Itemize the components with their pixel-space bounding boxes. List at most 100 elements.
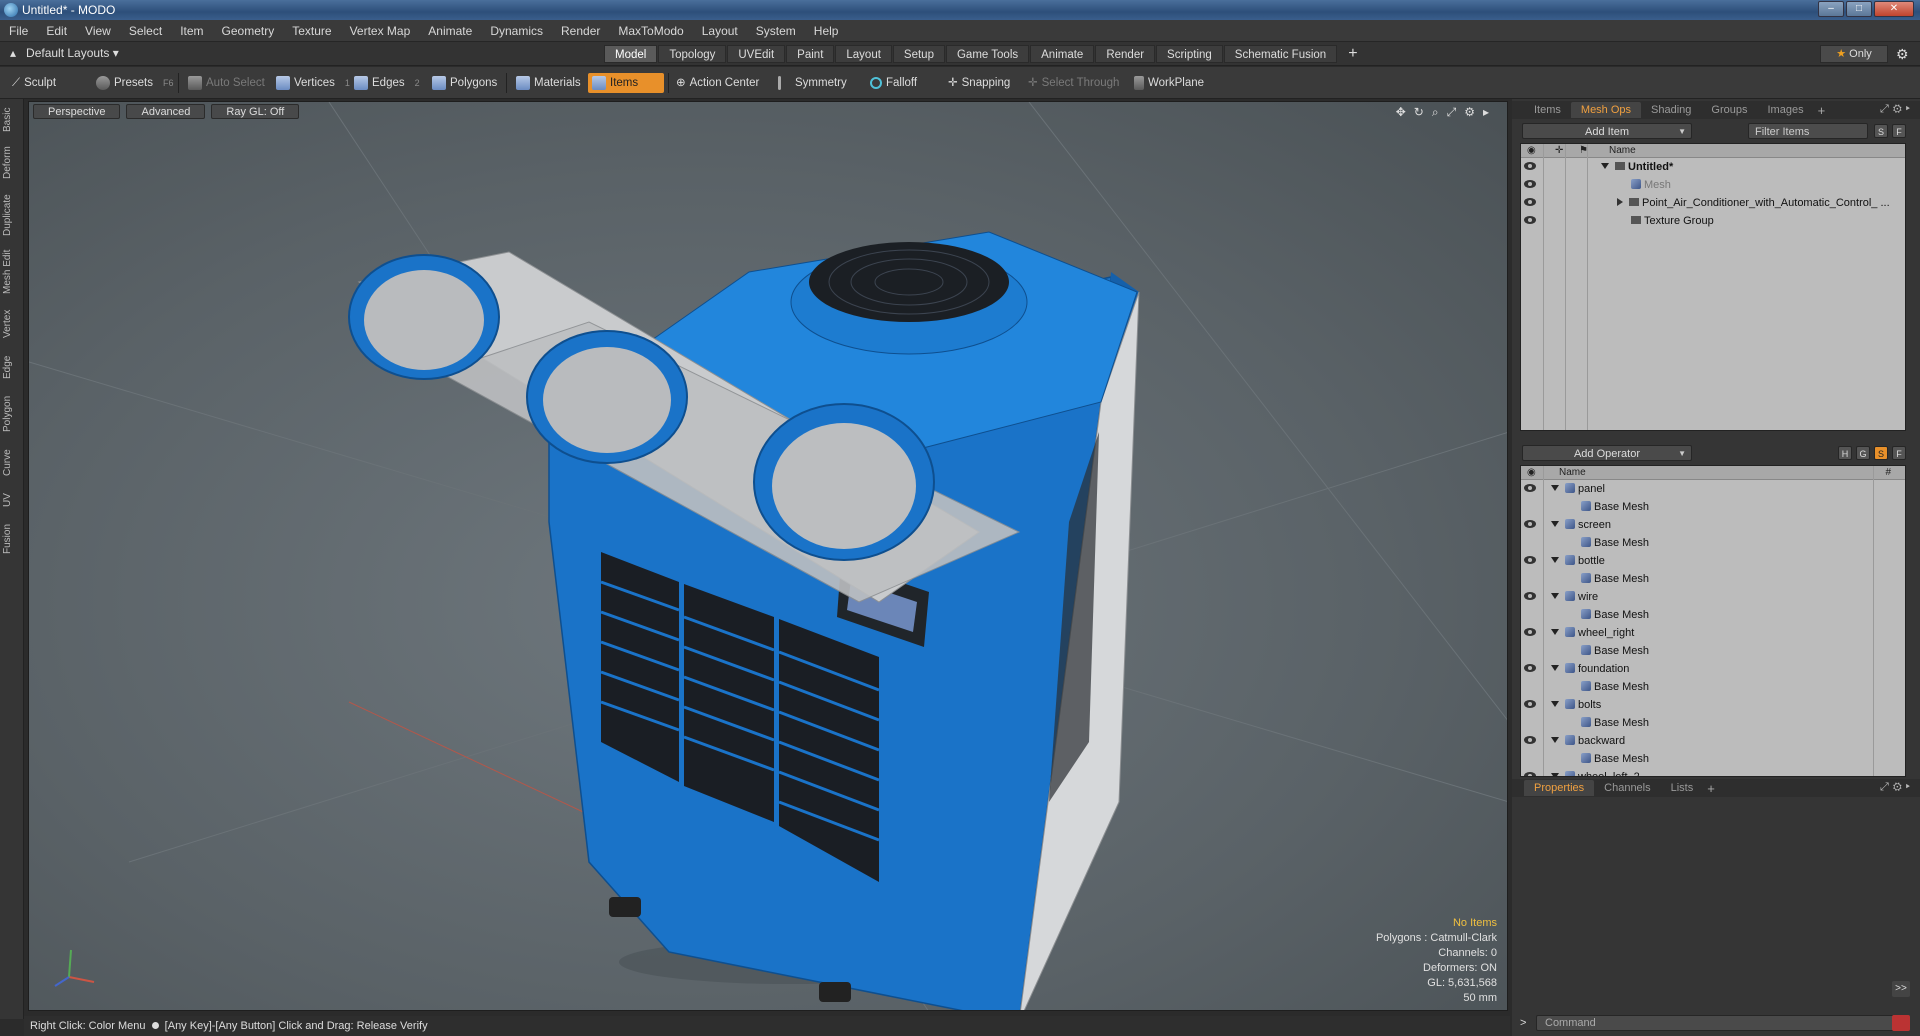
expand-arrow-icon[interactable] — [1551, 521, 1559, 527]
menu-geometry[interactable]: Geometry — [213, 24, 284, 38]
visibility-eye-icon[interactable] — [1524, 180, 1536, 188]
items-button[interactable]: Items — [588, 73, 664, 93]
mesh-op-group-row[interactable]: bolts — [1521, 696, 1905, 714]
tab-uvedit[interactable]: UVEdit — [727, 45, 786, 63]
panel-options-icon[interactable]: ⤢⚙▸ — [1880, 103, 1914, 116]
pan-icon[interactable]: ✥ — [1396, 105, 1406, 120]
menu-animate[interactable]: Animate — [419, 24, 481, 38]
materials-button[interactable]: Materials — [512, 73, 585, 93]
tab-images[interactable]: Images — [1758, 102, 1814, 118]
menu-item[interactable]: Item — [171, 24, 212, 38]
mesh-op-child-row[interactable]: Base Mesh — [1521, 570, 1905, 588]
visibility-eye-icon[interactable] — [1524, 216, 1536, 224]
tab-shading[interactable]: Shading — [1641, 102, 1701, 118]
shading-mode-dropdown[interactable]: Advanced — [126, 104, 206, 119]
left-tab-curve[interactable]: Curve — [2, 445, 22, 481]
tab-mesh-ops[interactable]: Mesh Ops — [1570, 102, 1642, 118]
f-filter-button[interactable]: F — [1892, 124, 1906, 138]
tree-row-texture-group[interactable]: Texture Group — [1521, 212, 1905, 230]
presets-button[interactable]: Presets F6 — [92, 73, 178, 93]
vertices-button[interactable]: Vertices 1 — [272, 73, 354, 93]
tab-layout[interactable]: Layout — [835, 45, 892, 63]
viewport-arrow-icon[interactable]: ▸ — [1483, 105, 1489, 120]
visibility-eye-icon[interactable] — [1524, 736, 1536, 744]
add-tab-button[interactable]: + — [1348, 45, 1357, 63]
tab-render[interactable]: Render — [1095, 45, 1156, 63]
mesh-op-child-row[interactable]: Base Mesh — [1521, 714, 1905, 732]
close-button[interactable]: ✕ — [1874, 1, 1914, 17]
left-tab-mesh-edit[interactable]: Mesh Edit — [2, 247, 22, 297]
h-button[interactable]: H — [1838, 446, 1852, 460]
left-tab-basic[interactable]: Basic — [2, 105, 22, 135]
tab-scripting[interactable]: Scripting — [1156, 45, 1223, 63]
visibility-eye-icon[interactable] — [1524, 664, 1536, 672]
menu-view[interactable]: View — [76, 24, 120, 38]
tree-row-scene[interactable]: Untitled* — [1521, 158, 1905, 176]
mesh-op-child-row[interactable]: Base Mesh — [1521, 678, 1905, 696]
sculpt-button[interactable]: ⟋ Sculpt — [8, 73, 60, 93]
perspective-dropdown[interactable]: Perspective — [33, 104, 121, 119]
visibility-eye-icon[interactable] — [1524, 162, 1536, 170]
add-properties-tab-button[interactable]: + — [1707, 781, 1715, 796]
mesh-op-group-row[interactable]: wheel_left_2 — [1521, 768, 1905, 776]
menu-texture[interactable]: Texture — [283, 24, 340, 38]
expand-arrow-icon[interactable] — [1551, 773, 1559, 776]
left-tab-vertex[interactable]: Vertex — [2, 305, 22, 343]
layout-selector[interactable]: ▴ Default Layouts ▾ — [10, 46, 119, 60]
tab-schematic-fusion[interactable]: Schematic Fusion — [1223, 45, 1338, 63]
tab-model[interactable]: Model — [604, 45, 658, 63]
mesh-op-group-row[interactable]: foundation — [1521, 660, 1905, 678]
mesh-op-child-row[interactable]: Base Mesh — [1521, 750, 1905, 768]
f-button[interactable]: F — [1892, 446, 1906, 460]
menu-file[interactable]: File — [0, 24, 37, 38]
mesh-op-child-row[interactable]: Base Mesh — [1521, 498, 1905, 516]
tab-paint[interactable]: Paint — [786, 45, 835, 63]
visibility-eye-icon[interactable] — [1524, 628, 1536, 636]
snapping-button[interactable]: ✛ Snapping — [944, 73, 1014, 93]
visibility-eye-icon[interactable] — [1524, 700, 1536, 708]
maximize-button[interactable]: □ — [1846, 1, 1872, 17]
falloff-button[interactable]: Falloff — [866, 73, 921, 93]
viewport-gear-icon[interactable]: ⚙ — [1464, 105, 1475, 120]
mesh-op-group-row[interactable]: bottle — [1521, 552, 1905, 570]
filter-items-input[interactable]: Filter Items — [1748, 123, 1868, 139]
tab-items[interactable]: Items — [1524, 102, 1571, 118]
expand-arrow-icon[interactable] — [1551, 665, 1559, 671]
visibility-eye-icon[interactable] — [1524, 592, 1536, 600]
mesh-op-child-row[interactable]: Base Mesh — [1521, 534, 1905, 552]
raygl-toggle[interactable]: Ray GL: Off — [211, 104, 300, 119]
add-panel-tab-button[interactable]: + — [1818, 103, 1826, 118]
command-input[interactable]: Command — [1536, 1015, 1906, 1031]
expand-arrow-icon[interactable] — [1551, 737, 1559, 743]
workplane-button[interactable]: WorkPlane — [1130, 73, 1208, 93]
visibility-eye-icon[interactable] — [1524, 484, 1536, 492]
mesh-op-group-row[interactable]: wheel_right — [1521, 624, 1905, 642]
add-operator-dropdown[interactable]: Add Operator ▼ — [1522, 445, 1692, 461]
3d-viewport[interactable]: Perspective Advanced Ray GL: Off ✥ ↻ ⌕ ⤢… — [28, 101, 1508, 1011]
menu-maxtomodo[interactable]: MaxToModo — [609, 24, 692, 38]
visibility-eye-icon[interactable] — [1524, 772, 1536, 776]
left-tab-deform[interactable]: Deform — [2, 143, 22, 183]
mesh-op-child-row[interactable]: Base Mesh — [1521, 606, 1905, 624]
left-tab-polygon[interactable]: Polygon — [2, 391, 22, 437]
menu-layout[interactable]: Layout — [693, 24, 747, 38]
left-tab-edge[interactable]: Edge — [2, 351, 22, 383]
auto-select-button[interactable]: Auto Select — [184, 73, 269, 93]
menu-dynamics[interactable]: Dynamics — [481, 24, 552, 38]
command-stop-icon[interactable] — [1892, 1015, 1910, 1031]
menu-system[interactable]: System — [747, 24, 805, 38]
menu-select[interactable]: Select — [120, 24, 171, 38]
edges-button[interactable]: Edges 2 — [350, 73, 424, 93]
menu-vertex-map[interactable]: Vertex Map — [341, 24, 420, 38]
expand-properties-button[interactable]: >> — [1892, 981, 1910, 997]
menu-edit[interactable]: Edit — [37, 24, 76, 38]
polygons-button[interactable]: Polygons — [428, 73, 501, 93]
mesh-op-group-row[interactable]: screen — [1521, 516, 1905, 534]
mesh-op-group-row[interactable]: wire — [1521, 588, 1905, 606]
mesh-op-group-row[interactable]: backward — [1521, 732, 1905, 750]
gear-icon[interactable]: ⚙ — [1896, 46, 1909, 63]
s-toggle-button[interactable]: S — [1874, 446, 1888, 460]
tab-channels[interactable]: Channels — [1594, 780, 1660, 796]
symmetry-button[interactable]: Symmetry — [774, 73, 851, 93]
properties-options-icon[interactable]: ⤢⚙▸ — [1880, 781, 1914, 794]
